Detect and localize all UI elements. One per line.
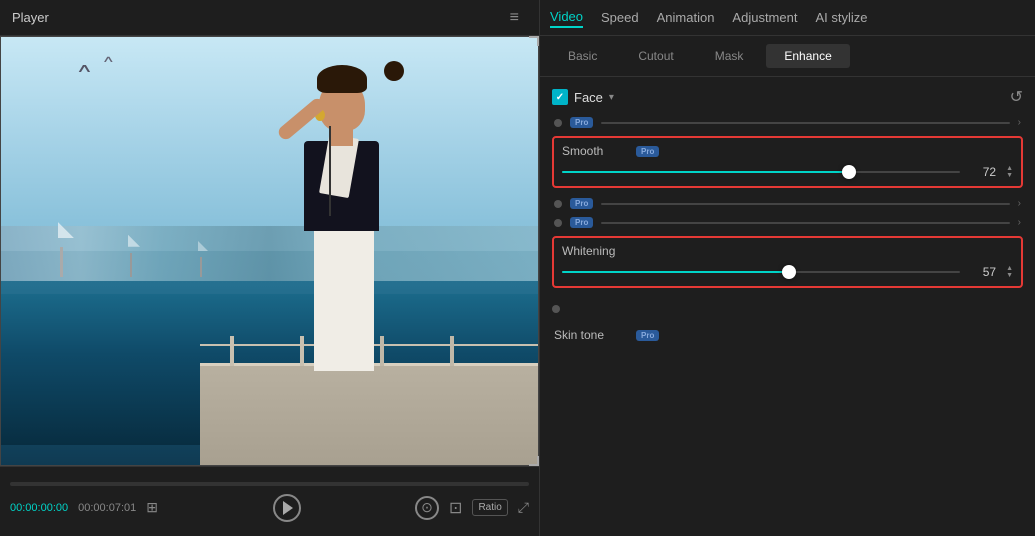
whitening-slider-container: Whitening 57 ▲ ▼ [552,236,1023,288]
chevron-2: › [1018,198,1021,209]
smooth-value: 72 [968,165,996,179]
ratio-button[interactable]: Ratio [472,499,507,516]
main-layout: ∧ ∧ 00:00:00:00 00:00:07:01 ⊞ [0,36,1035,536]
whitening-spinner[interactable]: ▲ ▼ [1006,265,1013,279]
person-figure [289,71,419,371]
skin-tone-pro-badge: Pro [636,330,659,341]
sailboat-mast-2 [130,253,132,277]
corner-handle-tr [529,36,539,46]
skin-tone-row: Skin tone Pro [552,324,1023,346]
right-panel: Basic Cutout Mask Enhance Face ▾ ↺ Pro › [540,36,1035,536]
subtab-basic[interactable]: Basic [550,44,615,68]
person-pants [314,221,374,371]
tab-ai-stylize[interactable]: AI stylize [815,8,867,27]
tab-speed[interactable]: Speed [601,8,639,27]
subtab-mask[interactable]: Mask [697,44,762,68]
chevron-1: › [1018,117,1021,128]
face-label: Face [574,90,603,105]
whitening-thumb[interactable] [782,265,796,279]
sailboat-mast-1 [60,247,63,277]
smooth-slider[interactable] [562,164,960,180]
pro-row-3: Pro › [552,217,1023,228]
subtab-cutout[interactable]: Cutout [620,44,691,68]
grid-icon: ⊞ [146,499,158,516]
row-dot-2 [554,200,562,208]
tab-adjustment[interactable]: Adjustment [732,8,797,27]
capture-icon[interactable]: ⊙ [415,496,439,520]
smooth-spinner[interactable]: ▲ ▼ [1006,165,1013,179]
smooth-up[interactable]: ▲ [1006,165,1013,172]
pro-badge-3: Pro [570,217,593,228]
row-dot-1 [554,119,562,127]
bird-1: ∧ [76,61,94,75]
subtab-enhance[interactable]: Enhance [766,44,849,68]
chevron-3: › [1018,217,1021,228]
pro-row-1: Pro › [552,117,1023,128]
player-panel: ∧ ∧ 00:00:00:00 00:00:07:01 ⊞ [0,36,540,536]
pro-badge-2: Pro [570,198,593,209]
binoculars-strap [329,126,331,216]
person-hair [317,65,367,93]
smooth-fill [562,171,849,173]
whitening-track [562,271,960,273]
smooth-label: Smooth [562,144,632,158]
whitening-value: 57 [968,265,996,279]
sub-tabs: Basic Cutout Mask Enhance [540,36,1035,77]
play-button[interactable] [273,494,301,522]
bird-2: ∧ [102,54,115,65]
time-current: 00:00:00:00 [10,502,68,514]
skin-tone-label: Skin tone [554,328,624,342]
menu-icon[interactable]: ≡ [510,9,519,27]
time-total: 00:00:07:01 [78,502,136,514]
whitening-down[interactable]: ▼ [1006,272,1013,279]
small-dot-alone [552,305,560,313]
top-bar: Player ≡ Video Speed Animation Adjustmen… [0,0,1035,36]
player-controls: 00:00:00:00 00:00:07:01 ⊞ ⊙ ⊡ Ratio ⤢ [0,466,539,536]
whitening-up[interactable]: ▲ [1006,265,1013,272]
pro-track-3 [601,222,1009,224]
pro-badge-1: Pro [570,117,593,128]
play-icon [283,501,293,515]
smooth-pro-badge: Pro [636,146,659,157]
pro-row-2: Pro › [552,198,1023,209]
deck-floor [200,366,539,466]
timeline[interactable] [10,482,529,486]
video-frame: ∧ ∧ [0,36,539,466]
main-tabs: Video Speed Animation Adjustment AI styl… [540,0,1035,35]
fullscreen-icon[interactable]: ⤢ [518,499,529,516]
crop-icon[interactable]: ⊡ [449,498,462,518]
player-title-text: Player [12,10,49,25]
controls-row: 00:00:00:00 00:00:07:01 ⊞ ⊙ ⊡ Ratio ⤢ [10,494,529,522]
smooth-slider-container: Smooth Pro 72 ▲ ▼ [552,136,1023,188]
reset-button[interactable]: ↺ [1010,87,1023,107]
smooth-down[interactable]: ▼ [1006,172,1013,179]
whitening-label: Whitening [562,244,632,258]
face-checkbox[interactable] [552,89,568,105]
smooth-thumb[interactable] [842,165,856,179]
row-dot-3 [554,219,562,227]
pro-track-1 [601,122,1009,124]
face-arrow[interactable]: ▾ [609,92,614,103]
controls-right: ⊙ ⊡ Ratio ⤢ [415,496,529,520]
face-header: Face ▾ ↺ [552,87,1023,107]
corner-handle-br [529,456,539,466]
tab-video[interactable]: Video [550,7,583,28]
whitening-slider[interactable] [562,264,960,280]
tab-animation[interactable]: Animation [657,8,715,27]
small-dot-row [552,298,1023,320]
pro-track-2 [601,203,1009,205]
right-content: Face ▾ ↺ Pro › Smooth Pro [540,77,1035,536]
whitening-fill [562,271,789,273]
person-hair-bun [384,61,404,81]
video-area: ∧ ∧ [0,36,539,466]
player-panel-header: Player ≡ [0,0,540,35]
smooth-track [562,171,960,173]
